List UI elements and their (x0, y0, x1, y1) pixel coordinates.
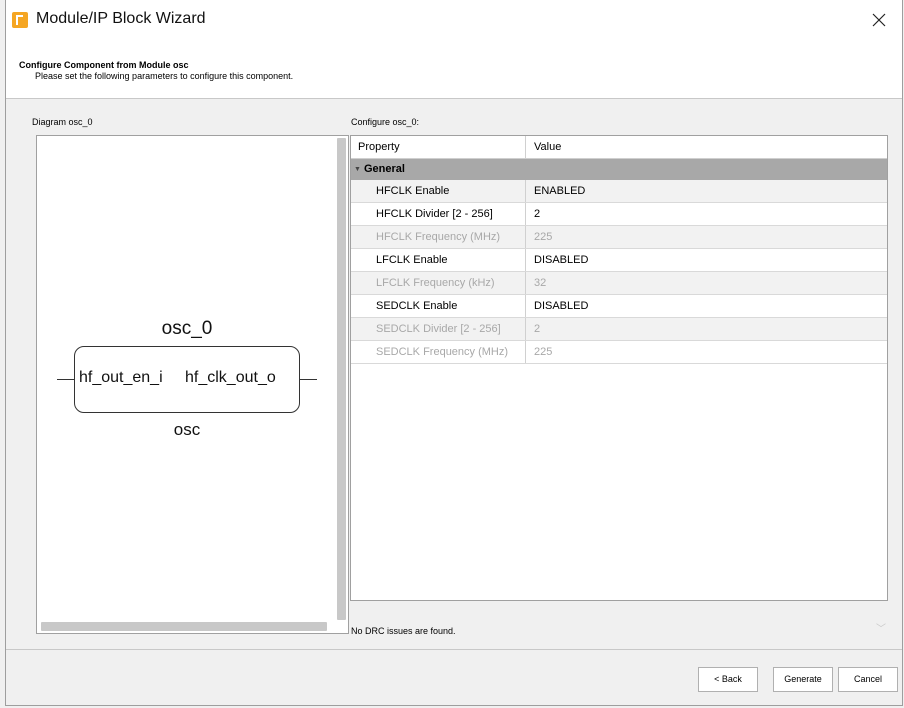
diagram-horizontal-scrollbar[interactable] (41, 622, 327, 631)
input-port-label: hf_out_en_i (79, 369, 163, 386)
back-button[interactable]: < Back (698, 667, 758, 692)
table-row: SEDCLK Frequency (MHz) 225 (351, 341, 887, 364)
diagram-panel: osc_0 hf_out_en_i hf_clk_out_o osc (36, 135, 349, 634)
table-row: HFCLK Frequency (MHz) 225 (351, 226, 887, 249)
table-header: Property Value (351, 136, 887, 159)
generate-button[interactable]: Generate (773, 667, 833, 692)
property-name: LFCLK Enable (351, 249, 526, 271)
wizard-header: Configure Component from Module osc Plea… (6, 40, 902, 99)
table-row: LFCLK Frequency (kHz) 32 (351, 272, 887, 295)
output-port-label: hf_clk_out_o (185, 369, 276, 386)
property-name: SEDCLK Divider [2 - 256] (351, 318, 526, 340)
property-table: Property Value ▼ General HFCLK Enable EN… (350, 135, 888, 601)
property-name: LFCLK Frequency (kHz) (351, 272, 526, 294)
diagram-label: Diagram osc_0 (32, 117, 93, 127)
title-bar: Module/IP Block Wizard (6, 0, 902, 40)
property-name: SEDCLK Frequency (MHz) (351, 341, 526, 363)
property-value[interactable]: DISABLED (526, 249, 887, 271)
property-value[interactable]: ENABLED (526, 180, 887, 202)
window-title: Module/IP Block Wizard (36, 10, 206, 27)
input-port-line (57, 379, 74, 380)
group-label: General (364, 163, 405, 175)
close-icon (872, 13, 886, 27)
configure-label: Configure osc_0: (351, 117, 420, 127)
collapse-arrow-icon[interactable]: ▼ (354, 159, 361, 180)
table-row[interactable]: HFCLK Enable ENABLED (351, 180, 887, 203)
module-type-label: osc (173, 420, 201, 439)
table-row[interactable]: SEDCLK Enable DISABLED (351, 295, 887, 318)
cancel-button[interactable]: Cancel (838, 667, 898, 692)
group-row-general[interactable]: ▼ General (351, 159, 887, 180)
property-name: HFCLK Enable (351, 180, 526, 202)
property-value: 225 (534, 346, 553, 358)
table-row[interactable]: HFCLK Divider [2 - 256] 2 (351, 203, 887, 226)
app-logo-icon (12, 12, 28, 28)
property-value: 225 (534, 231, 553, 243)
header-title: Configure Component from Module osc (19, 60, 189, 70)
table-row[interactable]: LFCLK Enable DISABLED (351, 249, 887, 272)
property-name: HFCLK Frequency (MHz) (351, 226, 526, 248)
property-value: 32 (534, 277, 547, 289)
property-value[interactable]: 2 (526, 203, 887, 225)
property-value[interactable]: DISABLED (526, 295, 887, 317)
table-row: SEDCLK Divider [2 - 256] 2 (351, 318, 887, 341)
property-name: HFCLK Divider [2 - 256] (351, 203, 526, 225)
header-subtitle: Please set the following parameters to c… (35, 71, 294, 81)
wizard-window: Module/IP Block Wizard Configure Compone… (5, 0, 903, 706)
output-port-line (300, 379, 317, 380)
diagram-vertical-scrollbar[interactable] (337, 138, 346, 620)
column-header-property[interactable]: Property (351, 136, 526, 158)
chevron-down-icon[interactable]: ﹀ (876, 620, 886, 635)
drc-status-text: No DRC issues are found. (351, 626, 456, 636)
column-header-value[interactable]: Value (526, 136, 887, 158)
footer-divider (6, 649, 902, 650)
property-name: SEDCLK Enable (351, 295, 526, 317)
property-value: 2 (534, 323, 541, 335)
close-button[interactable] (856, 0, 902, 40)
module-instance-name: osc_0 (161, 318, 213, 339)
